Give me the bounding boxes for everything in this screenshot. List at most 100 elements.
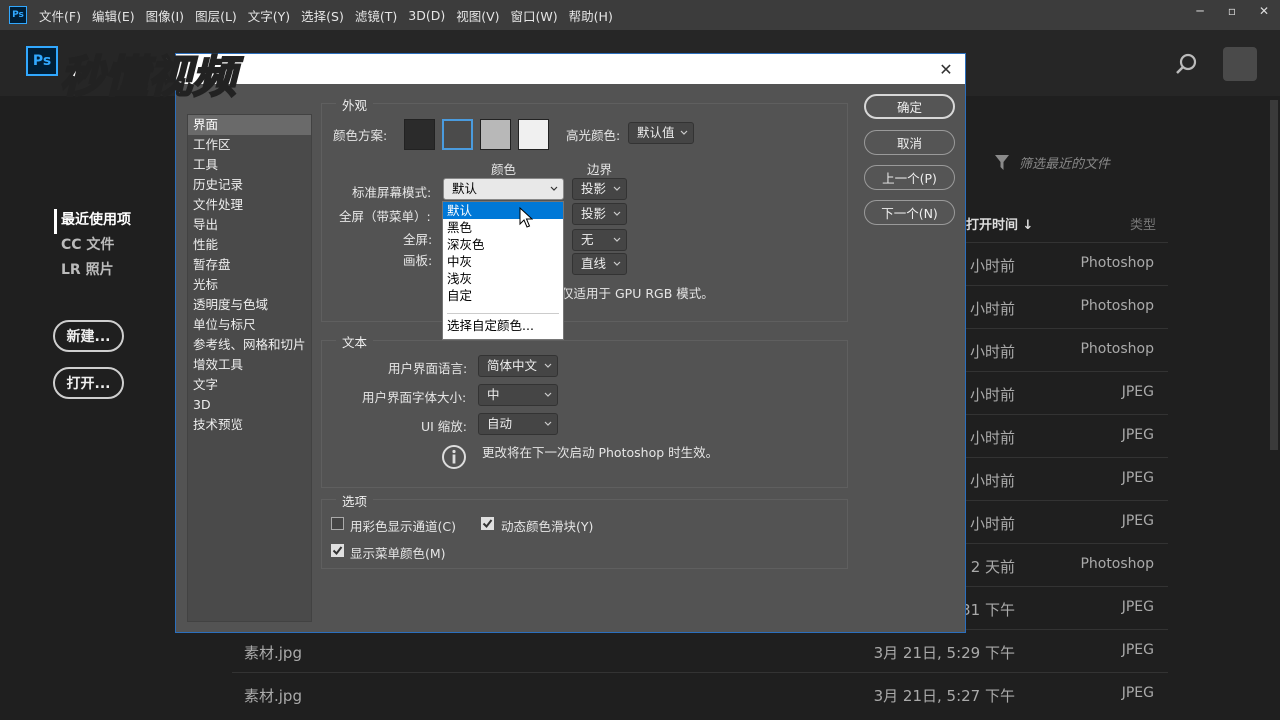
nav-recent[interactable]: 最近使用项 <box>54 209 174 234</box>
category-item[interactable]: 历史记录 <box>188 175 311 195</box>
category-item[interactable]: 界面 <box>188 115 311 135</box>
color-channels-checkbox[interactable] <box>331 517 344 530</box>
next-button[interactable]: 下一个(N) <box>864 200 955 225</box>
ok-button[interactable]: 确定 <box>864 94 955 119</box>
chevron-down-icon <box>544 363 552 368</box>
file-type: JPEG <box>1121 685 1154 701</box>
ui-scale-select[interactable]: 自动 <box>478 413 558 435</box>
ui-language-select[interactable]: 简体中文 <box>478 355 558 377</box>
scheme-swatch-mid-gray[interactable] <box>480 119 511 150</box>
menu-layer[interactable]: 图层(L) <box>195 6 237 25</box>
maximize-icon[interactable]: ▫ <box>1216 0 1248 22</box>
dropdown-option-default[interactable]: 默认 <box>443 202 563 219</box>
scheme-swatch-black[interactable] <box>404 119 435 150</box>
category-item[interactable]: 工具 <box>188 155 311 175</box>
category-item[interactable]: 透明度与色域 <box>188 295 311 315</box>
file-type: Photoshop <box>1080 255 1154 271</box>
menu-view[interactable]: 视图(V) <box>456 6 499 25</box>
category-item[interactable]: 导出 <box>188 215 311 235</box>
table-row[interactable]: 素材.jpg 3月 21日, 5:27 下午 JPEG <box>232 672 1168 715</box>
file-type: JPEG <box>1121 384 1154 400</box>
std-screen-border-value: 投影 <box>581 181 607 196</box>
user-avatar[interactable] <box>1223 47 1257 81</box>
category-item[interactable]: 文字 <box>188 375 311 395</box>
full-menu-border-value: 投影 <box>581 206 607 221</box>
chevron-down-icon <box>680 130 688 135</box>
table-row[interactable]: 素材.jpg 3月 21日, 5:29 下午 JPEG <box>232 629 1168 672</box>
file-type: JPEG <box>1121 470 1154 486</box>
menu-image[interactable]: 图像(I) <box>146 6 184 25</box>
dropdown-option-mid-gray[interactable]: 中灰 <box>443 253 563 270</box>
col-type[interactable]: 类型 <box>1130 214 1156 233</box>
category-item[interactable]: 参考线、网格和切片 <box>188 335 311 355</box>
nav-lr-photos[interactable]: LR 照片 <box>54 259 174 284</box>
artboard-border-value: 直线 <box>581 256 607 271</box>
category-item[interactable]: 技术预览 <box>188 415 311 435</box>
file-open-time: 2 天前 <box>970 558 1015 576</box>
menu-file[interactable]: 文件(F) <box>39 6 81 25</box>
menu-colors-checkbox[interactable] <box>331 544 344 557</box>
cancel-button[interactable]: 取消 <box>864 130 955 155</box>
artboard-border-select[interactable]: 直线 <box>572 253 627 275</box>
std-screen-border-select[interactable]: 投影 <box>572 178 627 200</box>
file-type: Photoshop <box>1080 298 1154 314</box>
options-title: 选项 <box>336 491 374 510</box>
file-open-time: 小时前 <box>969 472 1015 490</box>
highlight-value: 默认值 <box>637 125 675 140</box>
file-open-time: 小时前 <box>969 386 1015 404</box>
menu-window[interactable]: 窗口(W) <box>511 6 558 25</box>
file-type: Photoshop <box>1080 341 1154 357</box>
new-button[interactable]: 新建... <box>53 320 124 352</box>
menu-3d[interactable]: 3D(D) <box>408 8 445 23</box>
filter-recent-files[interactable]: 筛选最近的文件 <box>995 153 1110 172</box>
full-screen-border-select[interactable]: 无 <box>572 229 627 251</box>
color-channels-label: 用彩色显示通道(C) <box>350 519 456 534</box>
col-open-time[interactable]: 打开时间 ↓ <box>966 214 1033 233</box>
chevron-down-icon <box>613 237 621 242</box>
ui-language-label: 用户界面语言: <box>388 361 468 376</box>
menu-edit[interactable]: 编辑(E) <box>92 6 135 25</box>
category-item[interactable]: 暂存盘 <box>188 255 311 275</box>
close-window-icon[interactable]: ✕ <box>1248 0 1280 22</box>
dropdown-option-custom[interactable]: 自定 <box>443 287 563 304</box>
std-screen-color-select[interactable]: 默认 <box>443 178 564 200</box>
close-icon[interactable]: ✕ <box>935 58 957 80</box>
category-item[interactable]: 光标 <box>188 275 311 295</box>
std-screen-label: 标准屏幕模式: <box>352 185 432 200</box>
full-menu-border-select[interactable]: 投影 <box>572 203 627 225</box>
full-screen-border-value: 无 <box>581 232 594 247</box>
dropdown-option-pick-custom[interactable]: 选择自定颜色... <box>443 317 563 334</box>
open-button[interactable]: 打开... <box>53 367 124 399</box>
watermark-logo: 秒懂视频 <box>59 51 245 104</box>
category-item[interactable]: 3D <box>188 395 311 415</box>
menu-colors-label: 显示菜单颜色(M) <box>350 546 446 561</box>
scheme-swatch-light-gray[interactable] <box>518 119 549 150</box>
file-name: 素材.jpg <box>244 644 302 662</box>
dynamic-sliders-checkbox[interactable] <box>481 517 494 530</box>
dropdown-option-dark-gray[interactable]: 深灰色 <box>443 236 563 253</box>
prev-button[interactable]: 上一个(P) <box>864 165 955 190</box>
menu-help[interactable]: 帮助(H) <box>569 6 613 25</box>
dropdown-separator <box>447 313 559 314</box>
menu-type[interactable]: 文字(Y) <box>248 6 290 25</box>
dropdown-option-light-gray[interactable]: 浅灰 <box>443 270 563 287</box>
category-item[interactable]: 文件处理 <box>188 195 311 215</box>
search-icon[interactable] <box>1175 52 1199 76</box>
dropdown-option-black[interactable]: 黑色 <box>443 219 563 236</box>
category-item[interactable]: 性能 <box>188 235 311 255</box>
scheme-swatch-dark-gray[interactable] <box>442 119 473 150</box>
gpu-note: 仅适用于 GPU RGB 模式。 <box>561 286 714 301</box>
file-open-time: 小时前 <box>969 300 1015 318</box>
menu-filter[interactable]: 滤镜(T) <box>355 6 397 25</box>
artboard-label: 画板: <box>403 253 433 268</box>
col-color-label: 颜色 <box>491 162 517 177</box>
scrollbar[interactable] <box>1270 100 1278 450</box>
menu-select[interactable]: 选择(S) <box>301 6 344 25</box>
category-item[interactable]: 单位与标尺 <box>188 315 311 335</box>
highlight-select[interactable]: 默认值 <box>628 122 694 144</box>
nav-cc-files[interactable]: CC 文件 <box>54 234 174 259</box>
minimize-icon[interactable]: ─ <box>1184 0 1216 22</box>
category-item[interactable]: 增效工具 <box>188 355 311 375</box>
ui-font-size-select[interactable]: 中 <box>478 384 558 406</box>
category-item[interactable]: 工作区 <box>188 135 311 155</box>
